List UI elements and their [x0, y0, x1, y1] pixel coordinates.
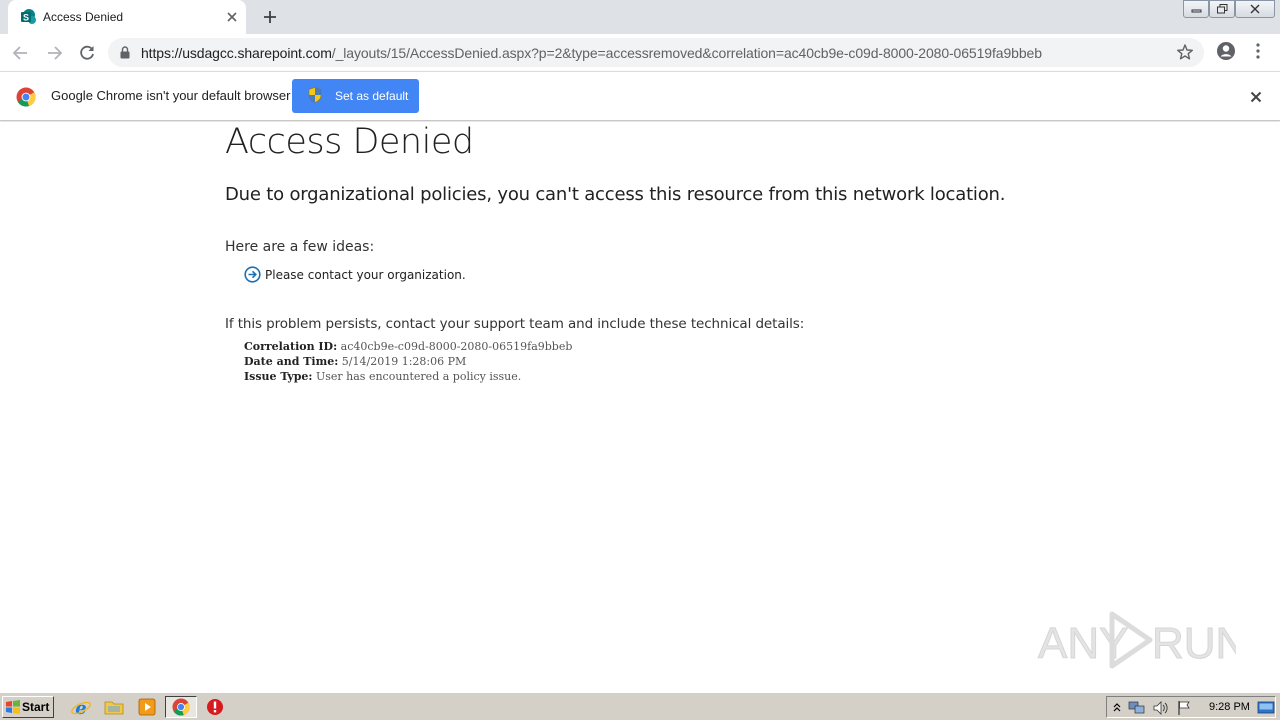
restore-icon: [1217, 4, 1228, 14]
url-path: /_layouts/15/AccessDenied.aspx?p=2&type=…: [331, 45, 1042, 61]
tray-expand-icon[interactable]: [1112, 701, 1122, 713]
correlation-label: Correlation ID:: [244, 340, 338, 353]
idea-text: Please contact your organization.: [265, 268, 466, 282]
media-player-icon[interactable]: [136, 697, 158, 717]
correlation-row: Correlation ID: ac40cb9e-c09d-8000-2080-…: [244, 339, 572, 354]
correlation-value: ac40cb9e-c09d-8000-2080-06519fa9bbeb: [340, 340, 573, 353]
issue-row: Issue Type: User has encountered a polic…: [244, 369, 572, 384]
datetime-value: 5/14/2019 1:28:06 PM: [341, 355, 467, 368]
watermark-text-right: RUN: [1152, 619, 1236, 668]
set-as-default-label: Set as default: [335, 89, 409, 103]
ideas-heading: Here are a few ideas:: [225, 239, 375, 255]
start-button[interactable]: Start: [2, 696, 54, 718]
sharepoint-icon: S: [21, 9, 36, 24]
windows-flag-icon: [6, 700, 20, 714]
datetime-row: Date and Time: 5/14/2019 1:28:06 PM: [244, 354, 572, 369]
action-center-flag-icon[interactable]: [1176, 700, 1192, 716]
new-tab-icon[interactable]: [260, 7, 280, 27]
bookmark-star-icon[interactable]: [1176, 43, 1194, 61]
folder-icon[interactable]: [103, 697, 125, 717]
page-title: Access Denied: [225, 122, 474, 162]
anyrun-watermark: ANY RUN: [1038, 611, 1236, 669]
svg-text:S: S: [23, 13, 29, 23]
show-desktop-icon[interactable]: [1257, 701, 1275, 715]
minimize-button[interactable]: [1183, 0, 1209, 18]
tab-strip: S Access Denied: [0, 0, 1280, 34]
internet-explorer-icon[interactable]: e: [70, 697, 92, 717]
persists-text: If this problem persists, contact your s…: [225, 316, 805, 332]
lock-icon[interactable]: [120, 46, 130, 59]
taskbar-clock: 9:28 PM: [1209, 701, 1250, 713]
menu-kebab-icon[interactable]: [1250, 42, 1266, 60]
default-browser-infobar: Google Chrome isn't your default browser…: [0, 71, 1280, 121]
svg-text:e: e: [75, 698, 86, 717]
watermark-text-left: ANY: [1038, 619, 1128, 668]
minimize-icon: [1191, 9, 1202, 13]
url-text: https://usdagcc.sharepoint.com/_layouts/…: [141, 45, 1042, 61]
taskbar-chrome-button[interactable]: [165, 696, 197, 718]
datetime-label: Date and Time:: [244, 355, 339, 368]
window-close-button[interactable]: [1235, 0, 1275, 18]
tab-access-denied[interactable]: S Access Denied: [8, 0, 246, 34]
screen: S Access Denied https://usdagcc.sharepoi…: [0, 0, 1280, 720]
tab-title: Access Denied: [43, 10, 124, 24]
uac-shield-icon: [308, 87, 322, 103]
infobar-message: Google Chrome isn't your default browser: [51, 88, 291, 103]
set-as-default-button[interactable]: Set as default: [292, 79, 419, 113]
network-icon[interactable]: [1128, 700, 1146, 716]
infobar-close-icon[interactable]: [1248, 89, 1264, 105]
page-subtitle: Due to organizational policies, you can'…: [225, 184, 1006, 205]
window-close-icon: [1250, 4, 1260, 14]
volume-icon[interactable]: [1152, 700, 1170, 716]
url-host: https://usdagcc.sharepoint.com: [141, 45, 332, 61]
chrome-taskbar-icon: [172, 698, 190, 716]
taskbar: Start e 9:28 PM: [0, 692, 1280, 720]
back-arrow-icon[interactable]: [10, 42, 32, 64]
profile-avatar-icon[interactable]: [1215, 40, 1237, 62]
forward-arrow-icon[interactable]: [43, 42, 65, 64]
issue-value: User has encountered a policy issue.: [315, 370, 522, 383]
restore-button[interactable]: [1209, 0, 1235, 18]
browser-toolbar: https://usdagcc.sharepoint.com/_layouts/…: [0, 34, 1280, 71]
chrome-logo-icon: [16, 87, 36, 107]
system-tray: 9:28 PM: [1106, 696, 1276, 718]
arrow-circle-icon: [244, 266, 261, 283]
close-icon[interactable]: [224, 9, 240, 25]
stop-sign-icon[interactable]: [204, 697, 226, 717]
technical-details: Correlation ID: ac40cb9e-c09d-8000-2080-…: [244, 339, 572, 384]
reload-icon[interactable]: [76, 42, 98, 64]
start-label: Start: [22, 700, 50, 714]
address-bar[interactable]: https://usdagcc.sharepoint.com/_layouts/…: [108, 38, 1204, 67]
issue-label: Issue Type:: [244, 370, 313, 383]
